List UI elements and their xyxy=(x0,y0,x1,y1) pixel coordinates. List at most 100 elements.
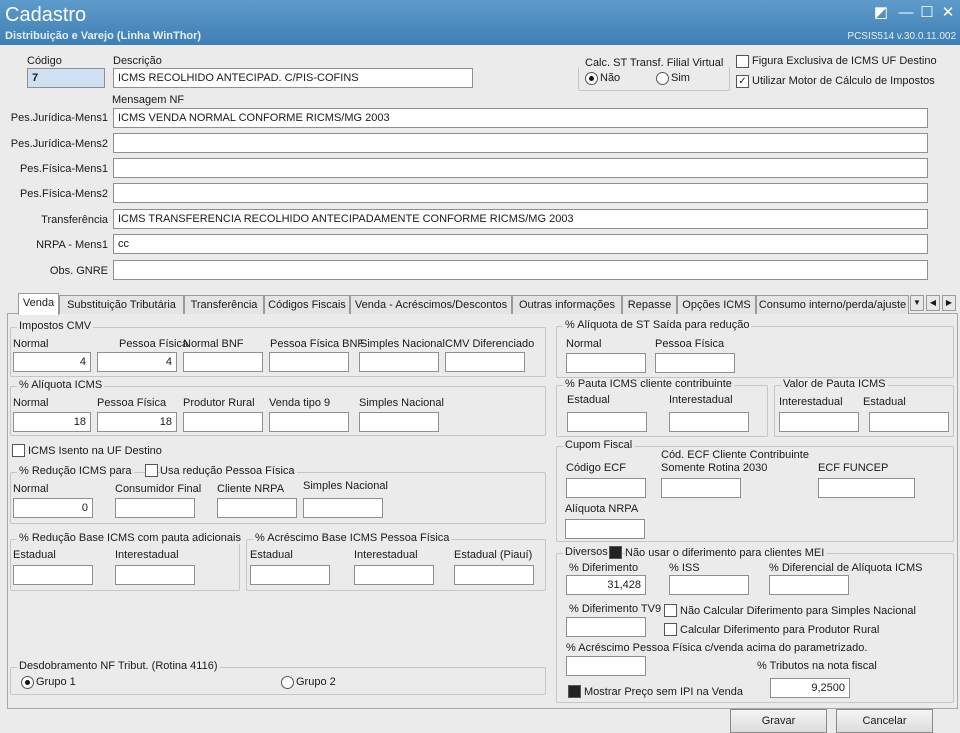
motor-calculo-label: Utilizar Motor de Cálculo de Impostos xyxy=(752,75,935,87)
aliq-pf-field[interactable]: 18 xyxy=(97,412,177,432)
transferencia-field[interactable]: ICMS TRANSFERENCIA RECOLHIDO ANTECIPADAM… xyxy=(113,209,928,229)
aliq-simples-field[interactable] xyxy=(359,412,439,432)
tab-substituicao[interactable]: Substituição Tributária xyxy=(59,295,184,314)
obs-gnre-field[interactable] xyxy=(113,260,928,280)
cancelar-button[interactable]: Cancelar xyxy=(836,709,933,733)
dif-aliquota-label: % Diferencial de Alíquota ICMS xyxy=(769,562,923,574)
ab-interestadual-field[interactable] xyxy=(354,565,434,585)
aliq-nrpa-label: Alíquota NRPA xyxy=(565,503,639,515)
pauta-estadual-field[interactable] xyxy=(567,412,647,432)
iss-field[interactable] xyxy=(669,575,749,595)
vp-estadual-field[interactable] xyxy=(869,412,949,432)
aliq-prod-rural-field[interactable] xyxy=(183,412,263,432)
acrescimo-pf-field[interactable] xyxy=(566,656,646,676)
grupo2-radio[interactable] xyxy=(281,676,294,689)
tab-opcoes-icms[interactable]: Opções ICMS xyxy=(677,295,756,314)
ecf-funcep-field[interactable] xyxy=(818,478,915,498)
window-subtitle: Distribuição e Varejo (Linha WinThor) xyxy=(5,30,202,42)
pf-mens1-field[interactable] xyxy=(113,158,928,178)
cod-ecf-contrib-field[interactable] xyxy=(661,478,741,498)
ab-piaui-field[interactable] xyxy=(454,565,534,585)
st-pf-field[interactable] xyxy=(655,353,735,373)
tab-consumo[interactable]: Consumo interno/perda/ajuste xyxy=(756,295,909,314)
figura-exclusiva-checkbox[interactable] xyxy=(736,55,749,68)
aliq-venda-tipo9-label: Venda tipo 9 xyxy=(269,397,331,409)
calc-st-nao-radio[interactable] xyxy=(585,72,598,85)
aliq-nrpa-field[interactable] xyxy=(565,519,645,539)
aliq-venda-tipo9-field[interactable] xyxy=(269,412,349,432)
maximize-icon[interactable]: ☐ xyxy=(918,4,936,22)
cmv-diferenciado-field[interactable] xyxy=(445,352,525,372)
st-normal-field[interactable] xyxy=(566,353,646,373)
rb-estadual-field[interactable] xyxy=(13,565,93,585)
nao-usar-mei-checkbox[interactable] xyxy=(609,546,622,559)
calc-st-sim-label: Sim xyxy=(671,72,690,84)
nao-calc-simples-checkbox[interactable] xyxy=(664,604,677,617)
tab-list-dropdown-icon[interactable]: ▼ xyxy=(910,295,924,311)
cmv-bnf-label: Normal BNF xyxy=(183,338,244,350)
cmv-simples-field[interactable] xyxy=(359,352,439,372)
pauta-interestadual-field[interactable] xyxy=(669,412,749,432)
diferimento-tv9-label: % Diferimento TV9 xyxy=(569,603,662,615)
gravar-button[interactable]: Gravar xyxy=(730,709,827,733)
cmv-pf-bnf-field[interactable] xyxy=(269,352,349,372)
codigo-field[interactable]: 7 xyxy=(27,68,105,88)
version-label: PCSIS514 v.30.0.11.002 xyxy=(847,31,956,42)
tab-repasse[interactable]: Repasse xyxy=(622,295,677,314)
cmv-diferenciado-label: CMV Diferenciado xyxy=(445,338,535,350)
aliq-normal-field[interactable]: 18 xyxy=(13,412,91,432)
cmv-bnf-field[interactable] xyxy=(183,352,263,372)
red-nrpa-field[interactable] xyxy=(217,498,297,518)
descricao-field[interactable]: ICMS RECOLHIDO ANTECIPAD. C/PIS-COFINS xyxy=(113,68,473,88)
acrescimo-pf-label: % Acréscimo Pessoa Física c/venda acima … xyxy=(566,642,868,654)
diferimento-tv9-field[interactable] xyxy=(566,617,646,637)
obs-gnre-label: Obs. GNRE xyxy=(49,265,108,277)
tab-venda[interactable]: Venda xyxy=(18,293,59,315)
cmv-pf-field[interactable]: 4 xyxy=(97,352,177,372)
diferimento-label: % Diferimento xyxy=(569,562,639,574)
acrescimo-base-title: % Acréscimo Base ICMS Pessoa Física xyxy=(253,532,452,544)
codigo-ecf-label: Código ECF xyxy=(566,462,626,474)
red-simples-field[interactable] xyxy=(303,498,383,518)
valor-pauta-title: Valor de Pauta ICMS xyxy=(781,378,888,390)
vp-interestadual-field[interactable] xyxy=(779,412,859,432)
reducao-icms-title: % Redução ICMS para xyxy=(17,465,134,477)
rb-interestadual-field[interactable] xyxy=(115,565,195,585)
tab-codigos-fiscais[interactable]: Códigos Fiscais xyxy=(264,295,350,314)
mostrar-preco-label: Mostrar Preço sem IPI na Venda xyxy=(584,686,743,698)
red-normal-label: Normal xyxy=(13,483,49,495)
nao-usar-mei-label: Não usar o diferimento para clientes MEI xyxy=(625,547,827,559)
cmv-normal-field[interactable]: 4 xyxy=(13,352,91,372)
cmv-pf-label: Pessoa Física xyxy=(119,338,189,350)
ab-estadual-field[interactable] xyxy=(250,565,330,585)
motor-calculo-checkbox[interactable]: ✓ xyxy=(736,75,749,88)
tab-scroll-right-icon[interactable]: ▶ xyxy=(942,295,956,311)
descricao-label: Descrição xyxy=(113,55,162,67)
mostrar-preco-checkbox[interactable] xyxy=(568,685,581,698)
minimize-icon[interactable]: — xyxy=(897,4,915,22)
dif-aliquota-field[interactable] xyxy=(769,575,849,595)
diferimento-field[interactable]: 31,428 xyxy=(566,575,646,595)
grupo1-radio[interactable] xyxy=(21,676,34,689)
tributos-field[interactable]: 9,2500 xyxy=(770,678,850,698)
tab-acrescimos[interactable]: Venda - Acréscimos/Descontos xyxy=(350,295,512,314)
nrpa-mens1-field[interactable]: cc xyxy=(113,234,928,254)
calc-prod-rural-checkbox[interactable] xyxy=(664,623,677,636)
cod-ecf-contrib-sub-label: Somente Rotina 2030 xyxy=(661,462,768,474)
restore-icon[interactable]: ◩ xyxy=(872,4,890,22)
mensagem-nf-label: Mensagem NF xyxy=(112,94,185,106)
rb-estadual-label: Estadual xyxy=(13,549,56,561)
calc-st-sim-radio[interactable] xyxy=(656,72,669,85)
tab-outras[interactable]: Outras informações xyxy=(512,295,622,314)
tab-scroll-left-icon[interactable]: ◀ xyxy=(926,295,940,311)
tab-transferencia[interactable]: Transferência xyxy=(184,295,264,314)
pj-mens1-field[interactable]: ICMS VENDA NORMAL CONFORME RICMS/MG 2003 xyxy=(113,108,928,128)
close-icon[interactable]: ✕ xyxy=(939,4,957,22)
red-normal-field[interactable]: 0 xyxy=(13,498,93,518)
pf-mens2-field[interactable] xyxy=(113,183,928,203)
red-consumidor-field[interactable] xyxy=(115,498,195,518)
icms-isento-checkbox[interactable] xyxy=(12,444,25,457)
pj-mens2-field[interactable] xyxy=(113,133,928,153)
usa-reducao-pf-checkbox[interactable] xyxy=(145,464,158,477)
codigo-ecf-field[interactable] xyxy=(566,478,646,498)
